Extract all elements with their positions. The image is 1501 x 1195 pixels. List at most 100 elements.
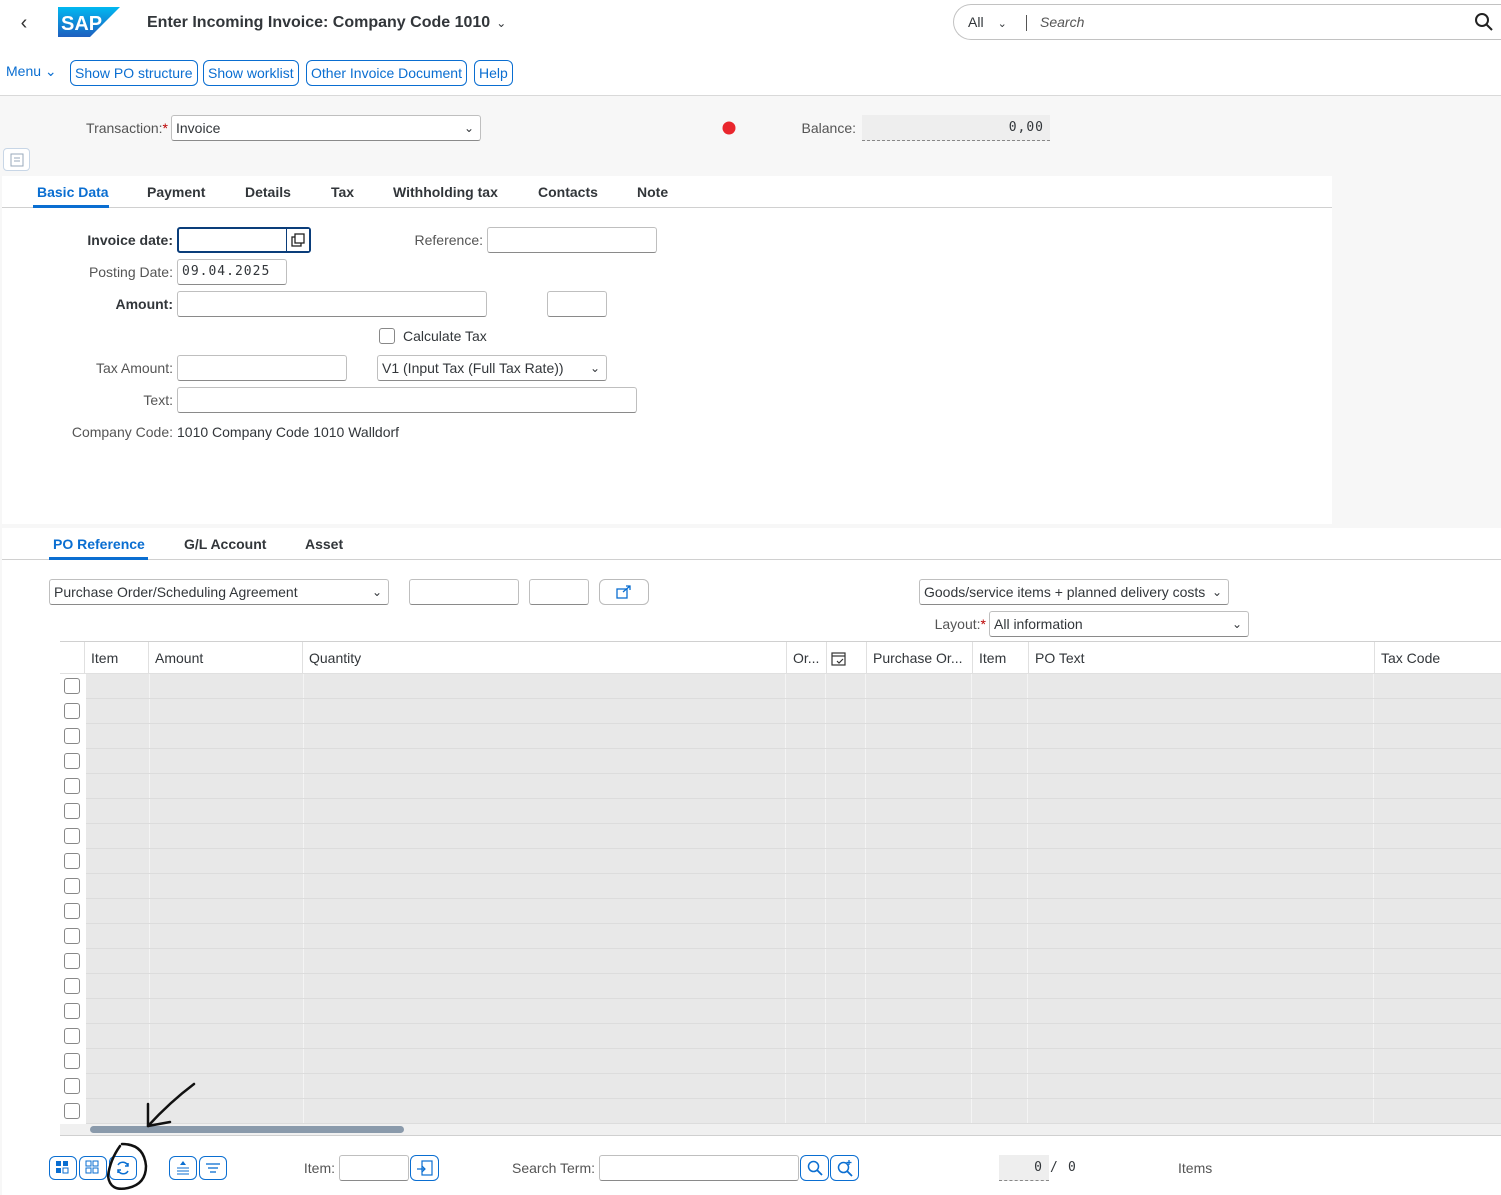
column-header-item[interactable]: Item [84, 642, 148, 675]
tab-contacts[interactable]: Contacts [538, 184, 598, 200]
tab-asset[interactable]: Asset [305, 536, 343, 552]
row-select-checkbox[interactable] [64, 853, 80, 869]
row-select-checkbox[interactable] [64, 753, 80, 769]
tab-basic-data[interactable]: Basic Data [37, 184, 109, 200]
row-select-checkbox[interactable] [64, 828, 80, 844]
amount-label: Amount: [115, 296, 173, 312]
goto-icon [416, 1160, 433, 1176]
tab-payment[interactable]: Payment [147, 184, 205, 200]
filter-button[interactable] [199, 1156, 227, 1180]
search-next-button[interactable] [830, 1155, 859, 1181]
chevron-down-icon: ⌄ [1231, 617, 1242, 631]
goto-item-button[interactable] [410, 1155, 439, 1181]
other-invoice-document-button[interactable]: Other Invoice Document [306, 60, 467, 86]
layout-select[interactable]: All information ⌄ [989, 611, 1249, 637]
expand-panel-button[interactable] [3, 148, 30, 171]
show-po-structure-button[interactable]: Show PO structure [70, 60, 198, 86]
table-row [86, 723, 1501, 724]
menu-button[interactable]: Menu ⌄ [6, 63, 57, 80]
search-input[interactable]: Search [1040, 14, 1084, 30]
column-header-amount[interactable]: Amount [148, 642, 302, 675]
open-external-icon [616, 585, 631, 599]
search-icon[interactable] [1473, 11, 1495, 33]
transaction-select[interactable]: Invoice ⌄ [171, 115, 481, 141]
row-select-checkbox[interactable] [64, 1053, 80, 1069]
po-search-button[interactable] [599, 579, 649, 605]
text-label: Text: [143, 392, 173, 408]
row-select-checkbox[interactable] [64, 1078, 80, 1094]
table-row [86, 748, 1501, 749]
column-header-po-item[interactable]: Item [972, 642, 1028, 675]
tab-po-reference[interactable]: PO Reference [53, 536, 145, 552]
row-select-checkbox[interactable] [64, 778, 80, 794]
table-row [86, 1098, 1501, 1099]
horizontal-scrollbar[interactable] [60, 1124, 1501, 1136]
posting-date-field[interactable]: 09.04.2025 [177, 259, 287, 285]
sap-logo: SAP [58, 7, 120, 37]
text-field[interactable] [177, 387, 637, 413]
show-worklist-button[interactable]: Show worklist [203, 60, 299, 86]
column-header-order-unit[interactable]: Or... [786, 642, 826, 675]
table-row [86, 773, 1501, 774]
column-header-tax-code[interactable]: Tax Code [1374, 642, 1501, 675]
divider [2, 207, 1332, 208]
search-scope-select[interactable]: All ⌄ [968, 14, 1007, 30]
table-row [86, 1073, 1501, 1074]
row-select-checkbox[interactable] [64, 678, 80, 694]
row-select-checkbox[interactable] [64, 1103, 80, 1119]
document-type-select[interactable]: Purchase Order/Scheduling Agreement ⌄ [49, 579, 389, 605]
refresh-button[interactable] [109, 1156, 137, 1180]
calendar-button[interactable] [286, 229, 309, 251]
app-title[interactable]: Enter Incoming Invoice: Company Code 101… [147, 12, 506, 34]
reference-field[interactable] [487, 227, 657, 253]
chevron-down-icon: ⌄ [1211, 585, 1222, 599]
tab-tax[interactable]: Tax [331, 184, 354, 200]
po-item-field[interactable] [529, 579, 589, 605]
row-select-checkbox[interactable] [64, 978, 80, 994]
calculate-tax-label: Calculate Tax [403, 328, 487, 344]
items-filter-select[interactable]: Goods/service items + planned delivery c… [919, 579, 1229, 605]
app-title-text: Enter Incoming Invoice: Company Code 101… [147, 14, 491, 31]
row-select-checkbox[interactable] [64, 803, 80, 819]
help-button[interactable]: Help [474, 60, 513, 86]
row-select-checkbox[interactable] [64, 953, 80, 969]
row-select-checkbox[interactable] [64, 878, 80, 894]
row-select-checkbox[interactable] [64, 703, 80, 719]
item-goto-field[interactable] [339, 1155, 409, 1181]
tab-details[interactable]: Details [245, 184, 291, 200]
row-select-checkbox[interactable] [64, 928, 80, 944]
sort-button[interactable] [169, 1156, 197, 1180]
table-row [86, 823, 1501, 824]
item-count-current: 0 [999, 1155, 1049, 1181]
tax-amount-field[interactable] [177, 355, 347, 381]
calendar-check-icon [831, 652, 846, 666]
tab-note[interactable]: Note [637, 184, 668, 200]
tab-gl-account[interactable]: G/L Account [184, 536, 266, 552]
search-button[interactable] [800, 1155, 829, 1181]
scrollbar-thumb[interactable] [90, 1126, 404, 1133]
svg-text:SAP: SAP [61, 13, 102, 35]
column-header-quantity[interactable]: Quantity [302, 642, 786, 675]
po-number-field[interactable] [409, 579, 519, 605]
search-bar[interactable]: All ⌄ Search [953, 4, 1501, 40]
divider [2, 559, 1501, 560]
currency-field[interactable] [547, 291, 607, 317]
amount-field[interactable] [177, 291, 487, 317]
company-code-label: Company Code: [71, 424, 173, 440]
column-header-calendar[interactable] [826, 642, 866, 675]
table-row [86, 998, 1501, 999]
tab-withholding-tax[interactable]: Withholding tax [393, 184, 498, 200]
chevron-down-icon: ⌄ [371, 585, 382, 599]
back-icon[interactable]: ‹ [14, 10, 34, 36]
tax-code-select[interactable]: V1 (Input Tax (Full Tax Rate)) ⌄ [377, 355, 607, 381]
column-header-po-text[interactable]: PO Text [1028, 642, 1374, 675]
row-select-checkbox[interactable] [64, 1028, 80, 1044]
column-header-purchase-order[interactable]: Purchase Or... [866, 642, 972, 675]
select-all-button[interactable] [49, 1156, 77, 1180]
calculate-tax-checkbox[interactable] [379, 328, 395, 344]
deselect-all-button[interactable] [79, 1156, 107, 1180]
row-select-checkbox[interactable] [64, 1003, 80, 1019]
search-term-field[interactable] [599, 1155, 799, 1181]
row-select-checkbox[interactable] [64, 903, 80, 919]
row-select-checkbox[interactable] [64, 728, 80, 744]
